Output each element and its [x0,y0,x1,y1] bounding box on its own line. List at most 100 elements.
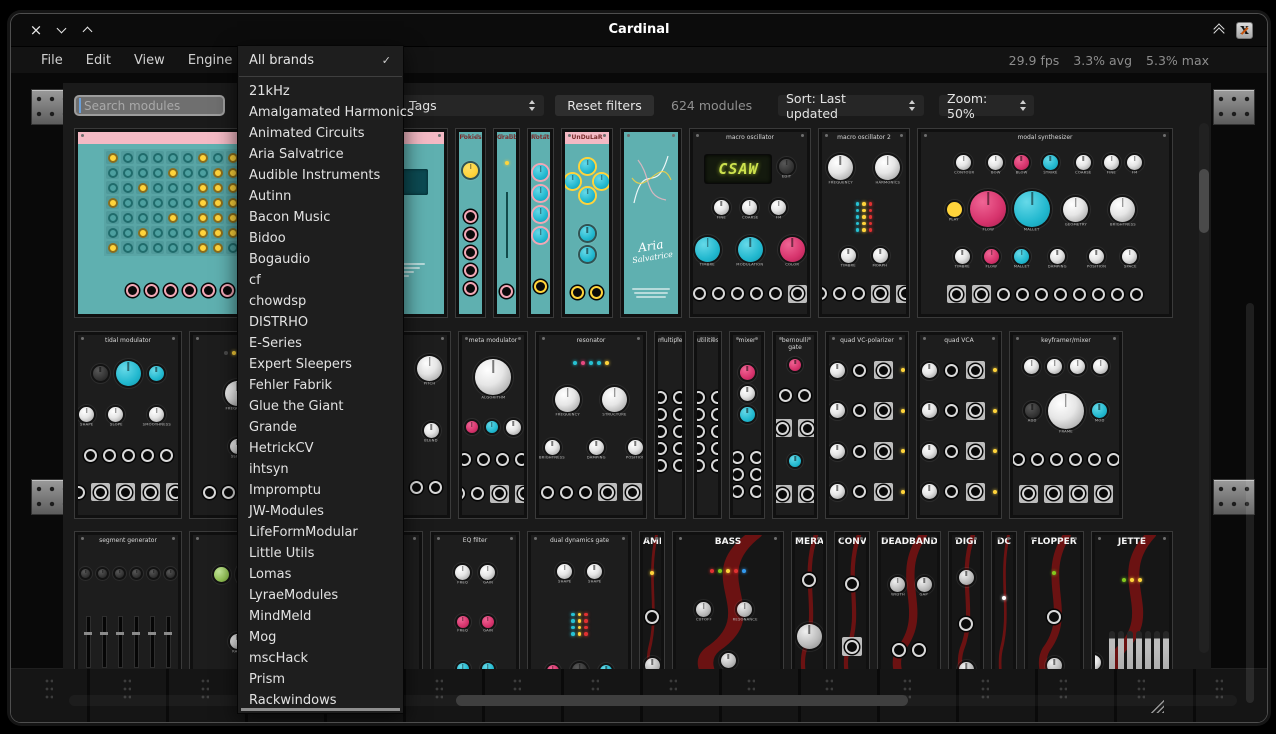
module-tile-bernoulli-gate[interactable]: bernoulli gate [772,331,818,519]
jack-icon [464,210,477,223]
knob-icon [737,602,752,617]
jack-icon [877,364,890,377]
brand-menu-item-distrho[interactable]: DISTRHO [238,312,403,333]
module-tile-mera[interactable]: MERA [791,531,827,669]
module-tile-bass[interactable]: BASSCUTOFFRESONANCEDECAYENVMODACCENT [672,531,784,669]
brand-menu-item-impromptu[interactable]: Impromptu [238,480,403,501]
brand-menu-item-glue-the-giant[interactable]: Glue the Giant [238,396,403,417]
brand-menu-item-bidoo[interactable]: Bidoo [238,228,403,249]
jack-icon [221,284,234,297]
module-tile-eq-filter[interactable]: EQ filterFREQGAINFREQGAINFREQGAIN [430,531,520,669]
brand-menu-item-bacon-music[interactable]: Bacon Music [238,207,403,228]
text-caret [79,98,81,113]
led-icon [573,361,577,365]
module-tile-flopper[interactable]: FLOPPER [1024,531,1084,669]
brand-menu-item-amalgamated-harmonics[interactable]: Amalgamated Harmonics [238,102,403,123]
brand-menu-item-ihtsyn[interactable]: ihtsyn [238,459,403,480]
browser-vertical-scrollbar-thumb[interactable] [1199,169,1209,233]
collapse-titlebar-icon[interactable] [1213,24,1226,36]
brand-menu-item-jw-modules[interactable]: JW-Modules [238,501,403,522]
brand-menu-item-hetrickcv[interactable]: HetrickCV [238,438,403,459]
jack-icon [969,445,982,458]
brand-menu-item-lomas[interactable]: Lomas [238,564,403,585]
brand-menu-item-mschack[interactable]: mscHack [238,648,403,669]
module-title: DC [995,535,1013,551]
knob-label: SLOPE [110,423,123,426]
horizontal-scrollbar-thumb[interactable] [456,695,908,706]
brand-menu-item-bogaudio[interactable]: Bogaudio [238,249,403,270]
rack-vertical-scrollbar-thumb[interactable] [1246,303,1254,703]
module-tile-mixer[interactable]: mixer [729,331,765,519]
tags-filter-select[interactable]: Tags [401,95,544,116]
reset-filters-button[interactable]: Reset filters [555,95,654,116]
brand-menu-item-aria-salvatrice[interactable]: Aria Salvatrice [238,144,403,165]
brand-menu-item-e-series[interactable]: E-Series [238,333,403,354]
brand-menu-item-audible-instruments[interactable]: Audible Instruments [238,165,403,186]
module-tile-dc[interactable]: DC [991,531,1017,669]
module-tile-pokies[interactable]: Pokies [455,128,486,318]
knob-label: TIMBRE [841,264,856,267]
module-tile-amp[interactable]: AMP [639,531,665,669]
module-tile-quad-vc-polarizer[interactable]: quad VC-polarizer [825,331,909,519]
knob-icon [417,356,442,381]
module-tile-multiples[interactable]: multiples [654,331,686,519]
brand-menu-item-lyraemodules[interactable]: LyraeModules [238,585,403,606]
menu-view[interactable]: View [131,51,168,70]
jack-icon [1130,288,1143,301]
brand-menu-item-animated-circuits[interactable]: Animated Circuits [238,123,403,144]
module-tile-undular[interactable]: UnDuLaR [561,128,613,318]
bar-icon [1145,631,1151,669]
led-icon [1002,596,1006,600]
module-tile-jette[interactable]: JETTE [1091,531,1173,669]
menu-file[interactable]: File [38,51,66,70]
knob-icon [81,569,90,578]
circle-icon [108,198,118,208]
brand-menu-item-fehler-fabrik[interactable]: Fehler Fabrik [238,375,403,396]
jack-icon [1013,453,1025,466]
module-title: mixer [733,335,761,347]
module-tile-conv[interactable]: CONV [834,531,870,669]
module-tile-dual-dynamics-gate[interactable]: dual dynamics gateSHAPESHAPEMODMETERMOD [527,531,632,669]
module-tile-modal-synthesizer[interactable]: modal synthesizerCONTOURBOWBLOWSTRIKECOA… [917,128,1173,318]
brand-menu-item-prism[interactable]: Prism [238,669,403,690]
module-tile-utilities[interactable]: utilities [693,331,722,519]
search-input[interactable] [74,95,225,116]
module-title: dual dynamics gate [531,535,628,547]
brand-menu-item-autinn[interactable]: Autinn [238,186,403,207]
module-tile-grabby[interactable]: Grabby [493,128,520,318]
module-tile-meta-modulator[interactable]: meta modulatorALGORITHM [458,331,528,519]
circle-icon [213,228,223,238]
module-tile-macro-oscillator[interactable]: macro oscillatorCSAWEDITFINECOARSEFMTIMB… [689,128,811,318]
knob-label: FM [1132,171,1138,174]
module-tile-keyframer-mixer[interactable]: keyframer/mixerADDFRAMEMOD [1009,331,1123,519]
module-tile-rotatoes[interactable]: Rotatoes [527,128,554,318]
brand-menu-item-little-utils[interactable]: Little Utils [238,543,403,564]
module-tile-quad-vca[interactable]: quad VCA [916,331,1002,519]
brand-menu-item-lifeformmodular[interactable]: LifeFormModular [238,522,403,543]
menu-edit[interactable]: Edit [83,51,114,70]
module-tile-macro-oscillator-2[interactable]: macro oscillator 2FREQUENCYHARMONICSTIMB… [818,128,910,318]
brand-menu-item-mog[interactable]: Mog [238,627,403,648]
sort-select[interactable]: Sort: Last updated [778,95,924,116]
bars [1109,631,1169,669]
knob-icon [830,403,845,418]
brand-menu-item-all-brands[interactable]: All brands ✓ [238,49,403,73]
jack-icon [1111,288,1124,301]
brand-menu-item-expert-sleepers[interactable]: Expert Sleepers [238,354,403,375]
brand-menu-item-chowdsp[interactable]: chowdsp [238,291,403,312]
module-tile-deadband[interactable]: DEADBANDWIDTHGAP [877,531,941,669]
brand-menu-item-grande[interactable]: Grande [238,417,403,438]
module-tile-resonator[interactable]: resonatorFREQUENCYSTRUCTUREBRIGHTNESSDAM… [535,331,647,519]
module-tile-tidal-modulator[interactable]: tidal modulatorSHAPESLOPESMOOTHNESS [74,331,182,519]
knob-label: TIMBRE [955,265,970,268]
knob-label: CONTOUR [954,171,974,174]
module-tile-segment-generator[interactable]: segment generator [74,531,182,669]
zoom-select[interactable]: Zoom: 50% [939,95,1034,116]
brand-menu-item-cf[interactable]: cf [238,270,403,291]
brand-menu-item-mindmeld[interactable]: MindMeld [238,606,403,627]
module-tile-digi[interactable]: DIGI [948,531,984,669]
brand-menu-item-21khz[interactable]: 21kHz [238,81,403,102]
module-tile[interactable]: AriaSalvatrice [620,128,682,318]
led-icon [869,215,873,219]
menu-engine[interactable]: Engine [185,51,236,70]
